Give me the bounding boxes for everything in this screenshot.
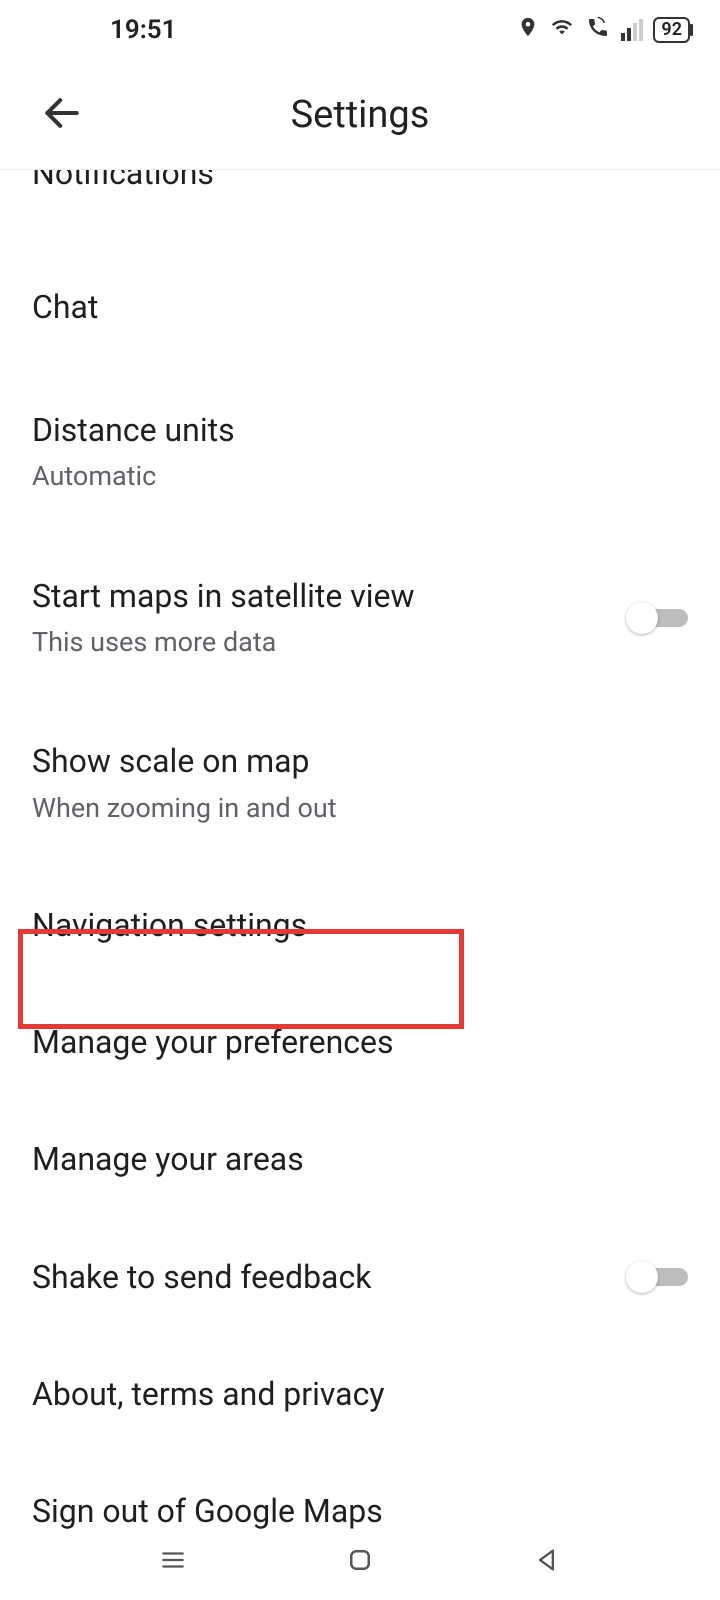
wifi-icon xyxy=(549,15,575,45)
shake-feedback-item[interactable]: Shake to send feedback xyxy=(0,1226,720,1329)
signal-icon xyxy=(621,19,643,41)
manage-preferences-label: Manage your preferences xyxy=(32,1021,688,1064)
app-bar: Settings xyxy=(0,60,720,170)
distance-units-value: Automatic xyxy=(32,458,688,494)
satellite-view-item[interactable]: Start maps in satellite view This uses m… xyxy=(0,545,720,691)
status-time: 19:51 xyxy=(110,15,177,45)
battery-indicator: 92 xyxy=(653,17,690,43)
page-title: Settings xyxy=(0,93,720,137)
status-bar: 19:51 92 xyxy=(0,0,720,60)
distance-units-label: Distance units xyxy=(32,409,688,452)
shake-feedback-toggle[interactable] xyxy=(630,1261,688,1293)
navigation-settings-label: Navigation settings xyxy=(32,904,688,947)
back-nav-button[interactable] xyxy=(529,1542,565,1578)
show-scale-label: Show scale on map xyxy=(32,740,688,783)
status-icons: 92 xyxy=(517,14,690,47)
wifi-calling-icon xyxy=(585,15,611,46)
notifications-item[interactable]: Notifications xyxy=(0,170,720,198)
recent-apps-button[interactable] xyxy=(155,1542,191,1578)
settings-list: Notifications Chat Distance units Automa… xyxy=(0,170,720,1563)
about-item[interactable]: About, terms and privacy xyxy=(0,1343,720,1446)
home-button[interactable] xyxy=(342,1542,378,1578)
satellite-view-sub: This uses more data xyxy=(32,624,630,660)
satellite-view-label: Start maps in satellite view xyxy=(32,575,630,618)
chat-label: Chat xyxy=(32,286,688,329)
back-button[interactable] xyxy=(40,91,84,139)
notifications-label: Notifications xyxy=(32,170,688,195)
show-scale-item[interactable]: Show scale on map When zooming in and ou… xyxy=(0,710,720,856)
shake-feedback-label: Shake to send feedback xyxy=(32,1256,630,1299)
location-icon xyxy=(517,14,539,47)
chat-item[interactable]: Chat xyxy=(0,256,720,359)
show-scale-sub: When zooming in and out xyxy=(32,790,688,826)
manage-areas-item[interactable]: Manage your areas xyxy=(0,1108,720,1211)
system-nav-bar xyxy=(0,1520,720,1600)
satellite-view-toggle[interactable] xyxy=(630,602,688,634)
manage-preferences-item[interactable]: Manage your preferences xyxy=(0,991,720,1094)
navigation-settings-item[interactable]: Navigation settings xyxy=(0,874,720,977)
distance-units-item[interactable]: Distance units Automatic xyxy=(0,379,720,525)
about-label: About, terms and privacy xyxy=(32,1373,688,1416)
manage-areas-label: Manage your areas xyxy=(32,1138,688,1181)
